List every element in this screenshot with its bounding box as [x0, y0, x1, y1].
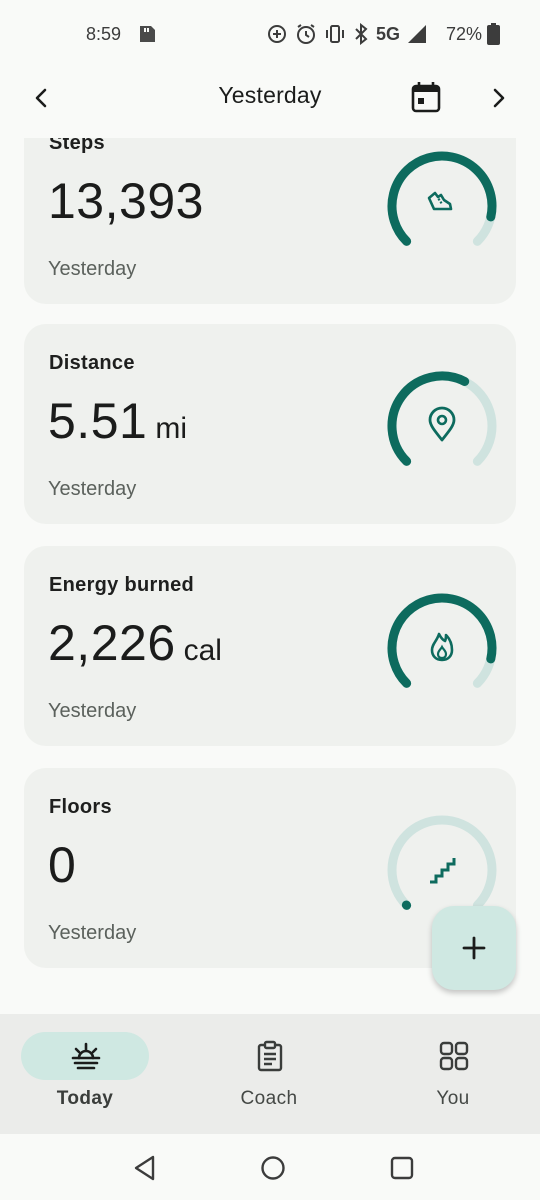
status-bar: 8:59 5G 72%: [0, 0, 540, 70]
card-subtitle: Yesterday: [48, 478, 137, 500]
home-icon[interactable]: [259, 1154, 287, 1182]
alarm-icon: [297, 24, 315, 44]
location-pin-icon: [428, 406, 456, 442]
card-subtitle: Yesterday: [48, 258, 137, 280]
card-value: 0: [48, 836, 84, 894]
sd-card-icon: [140, 26, 155, 42]
page-title: Yesterday: [218, 82, 322, 108]
shoe-icon: [427, 191, 453, 211]
sunrise-icon: [71, 1042, 101, 1070]
metrics-list[interactable]: Steps 13,393 Yesterday Distance 5.51 mi …: [0, 138, 540, 1014]
tab-today[interactable]: Today: [5, 1032, 165, 1122]
bluetooth-icon: [355, 23, 368, 45]
distance-card[interactable]: Distance 5.51 mi Yesterday: [24, 324, 516, 524]
grid-icon: [439, 1041, 469, 1071]
card-number: 2,226: [48, 615, 176, 671]
card-subtitle: Yesterday: [48, 700, 137, 722]
vibrate-icon: [326, 25, 344, 43]
tab-coach[interactable]: Coach: [189, 1032, 349, 1122]
add-data-button[interactable]: [432, 906, 516, 990]
stairs-icon: [430, 858, 456, 884]
top-app-bar: Yesterday: [0, 70, 540, 132]
card-subtitle: Yesterday: [48, 922, 137, 944]
card-value: 5.51 mi: [48, 392, 187, 450]
network-type: 5G: [376, 23, 401, 44]
steps-card[interactable]: Steps 13,393 Yesterday: [24, 138, 516, 304]
progress-ring: [387, 593, 497, 688]
chevron-right-icon[interactable]: [484, 84, 512, 112]
signal-icon: [408, 25, 427, 43]
tab-you[interactable]: You: [373, 1032, 533, 1122]
recents-icon[interactable]: [388, 1154, 416, 1182]
card-number: 13,393: [48, 173, 204, 229]
card-number: 5.51: [48, 393, 148, 449]
card-title: Steps: [49, 138, 105, 154]
tab-label: Coach: [240, 1088, 298, 1109]
status-time: 8:59: [86, 24, 122, 44]
card-unit: cal: [183, 634, 222, 667]
card-value: 2,226 cal: [48, 614, 222, 672]
battery-icon: [487, 23, 500, 45]
data-saver-icon: [268, 25, 286, 43]
clipboard-icon: [257, 1040, 283, 1072]
energy-card[interactable]: Energy burned 2,226 cal Yesterday: [24, 546, 516, 746]
calendar-icon[interactable]: [410, 80, 442, 114]
back-icon[interactable]: [131, 1154, 159, 1182]
tab-label: You: [436, 1088, 470, 1109]
card-number: 0: [48, 837, 77, 893]
tab-label: Today: [56, 1088, 114, 1109]
card-title: Energy burned: [49, 574, 195, 596]
bottom-navigation: Today Coach You: [0, 1014, 540, 1134]
status-icons: 5G: [266, 22, 428, 46]
system-navigation-bar: [0, 1134, 540, 1200]
battery-percent: 72%: [446, 24, 483, 44]
progress-ring: [387, 371, 497, 466]
card-title: Distance: [49, 352, 135, 374]
card-title: Floors: [49, 796, 112, 818]
progress-ring: [387, 151, 497, 246]
card-unit: mi: [155, 412, 187, 445]
card-value: 13,393: [48, 172, 212, 230]
plus-icon: [462, 936, 486, 960]
flame-icon: [430, 632, 454, 662]
